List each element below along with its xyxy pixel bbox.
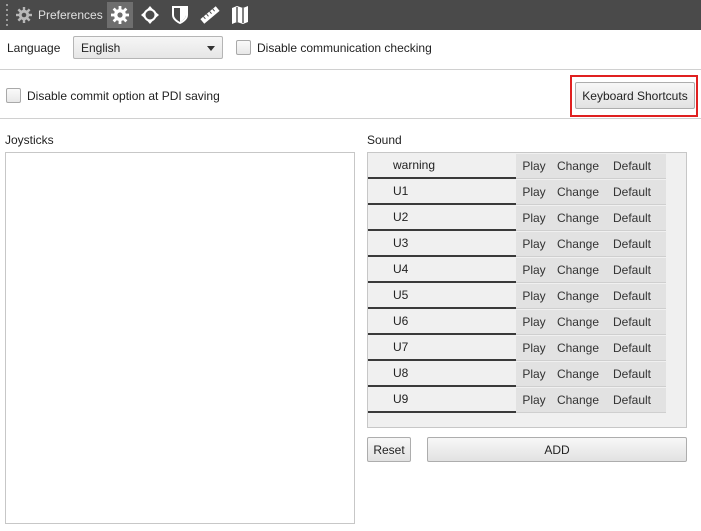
- sound-name: warning: [368, 153, 516, 179]
- change-button[interactable]: Change: [552, 367, 604, 381]
- default-button[interactable]: Default: [604, 367, 660, 381]
- settings-tab-button[interactable]: [106, 2, 133, 28]
- change-button[interactable]: Change: [552, 315, 604, 329]
- move-tab-button[interactable]: [137, 2, 163, 28]
- window-title: Preferences: [38, 8, 103, 22]
- divider: [0, 69, 701, 70]
- drag-grip[interactable]: [6, 4, 12, 26]
- play-button[interactable]: Play: [516, 263, 552, 277]
- divider: [0, 118, 701, 119]
- map-tab-button[interactable]: [227, 2, 253, 28]
- default-button[interactable]: Default: [604, 393, 660, 407]
- disable-commit-option[interactable]: Disable commit option at PDI saving: [6, 88, 220, 103]
- change-button[interactable]: Change: [552, 393, 604, 407]
- sound-row: U6 Play Change Default: [368, 309, 666, 335]
- default-button[interactable]: Default: [604, 211, 660, 225]
- change-button[interactable]: Change: [552, 341, 604, 355]
- disable-commit-checkbox[interactable]: [6, 88, 21, 103]
- change-button[interactable]: Change: [552, 289, 604, 303]
- sound-row: U9 Play Change Default: [368, 387, 666, 413]
- joysticks-label: Joysticks: [5, 133, 54, 147]
- add-sound-button[interactable]: ADD: [427, 437, 687, 462]
- default-button[interactable]: Default: [604, 237, 660, 251]
- language-label: Language: [7, 41, 61, 55]
- default-button[interactable]: Default: [604, 289, 660, 303]
- sound-row: U5 Play Change Default: [368, 283, 666, 309]
- keyboard-shortcuts-button[interactable]: Keyboard Shortcuts: [575, 82, 695, 109]
- disable-communication-checkbox[interactable]: [236, 40, 251, 55]
- sound-name: U7: [368, 335, 516, 361]
- play-button[interactable]: Play: [516, 341, 552, 355]
- sound-list[interactable]: warning Play Change Default U1 Play Change D…: [367, 152, 687, 428]
- play-button[interactable]: Play: [516, 315, 552, 329]
- sound-row: U7 Play Change Default: [368, 335, 666, 361]
- play-button[interactable]: Play: [516, 289, 552, 303]
- title-bar: Preferences: [0, 0, 701, 30]
- default-button[interactable]: Default: [604, 185, 660, 199]
- move-arrows-icon: [140, 6, 159, 24]
- play-button[interactable]: Play: [516, 159, 552, 173]
- sound-name: U2: [368, 205, 516, 231]
- reset-button[interactable]: Reset: [367, 437, 411, 462]
- map-icon: [231, 6, 248, 24]
- default-button[interactable]: Default: [604, 263, 660, 277]
- default-button[interactable]: Default: [604, 315, 660, 329]
- sound-name: U8: [368, 361, 516, 387]
- change-button[interactable]: Change: [552, 185, 604, 199]
- sound-name: U1: [368, 179, 516, 205]
- sound-name: U4: [368, 257, 516, 283]
- chevron-down-icon: [207, 46, 215, 51]
- language-selected-value: English: [81, 40, 121, 55]
- change-button[interactable]: Change: [552, 263, 604, 277]
- preferences-gear-icon: [14, 5, 34, 25]
- play-button[interactable]: Play: [516, 211, 552, 225]
- sound-row: U1 Play Change Default: [368, 179, 666, 205]
- shield-icon: [171, 6, 188, 25]
- change-button[interactable]: Change: [552, 211, 604, 225]
- default-button[interactable]: Default: [604, 159, 660, 173]
- language-select[interactable]: English: [73, 36, 223, 59]
- play-button[interactable]: Play: [516, 237, 552, 251]
- change-button[interactable]: Change: [552, 237, 604, 251]
- sound-row: U3 Play Change Default: [368, 231, 666, 257]
- default-button[interactable]: Default: [604, 341, 660, 355]
- change-button[interactable]: Change: [552, 159, 604, 173]
- play-button[interactable]: Play: [516, 185, 552, 199]
- ruler-tab-button[interactable]: [197, 2, 223, 28]
- sound-name: U5: [368, 283, 516, 309]
- play-button[interactable]: Play: [516, 367, 552, 381]
- sound-row: U2 Play Change Default: [368, 205, 666, 231]
- joysticks-list[interactable]: [5, 152, 355, 524]
- disable-communication-label: Disable communication checking: [257, 40, 432, 55]
- sound-row: warning Play Change Default: [368, 153, 666, 179]
- sound-name: U3: [368, 231, 516, 257]
- ruler-icon: [200, 6, 220, 24]
- sound-label: Sound: [367, 133, 402, 147]
- disable-communication-checking-option[interactable]: Disable communication checking: [236, 40, 432, 55]
- sound-name: U9: [368, 387, 516, 413]
- sound-row: U4 Play Change Default: [368, 257, 666, 283]
- gear-icon: [110, 6, 129, 24]
- shield-tab-button[interactable]: [167, 2, 193, 28]
- disable-commit-label: Disable commit option at PDI saving: [27, 88, 220, 103]
- sound-row: U8 Play Change Default: [368, 361, 666, 387]
- play-button[interactable]: Play: [516, 393, 552, 407]
- sound-name: U6: [368, 309, 516, 335]
